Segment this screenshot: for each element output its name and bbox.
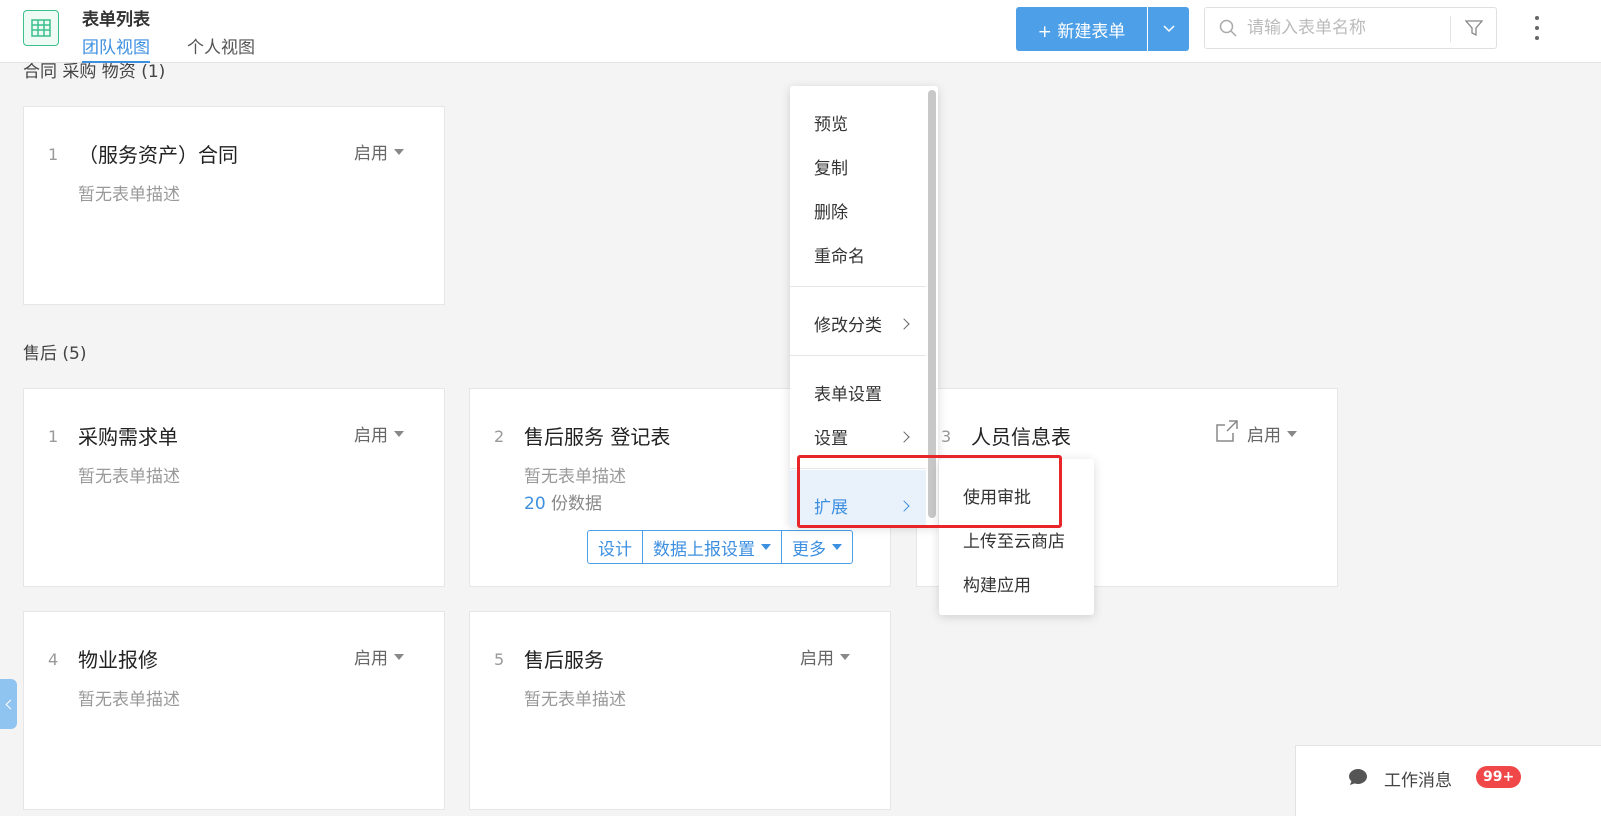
data-count[interactable]: 20 份数据	[524, 489, 602, 514]
menu-item-label: 删除	[814, 203, 848, 223]
chevron-down-icon	[1162, 25, 1175, 33]
menu-item-delete[interactable]: 删除	[814, 198, 914, 223]
status-dropdown[interactable]: 启用	[354, 644, 404, 669]
design-label: 设计	[598, 539, 632, 560]
caret-down-icon	[832, 544, 842, 550]
caret-down-icon	[1287, 430, 1297, 437]
caret-down-icon	[394, 430, 404, 437]
page-title: 表单列表	[82, 10, 150, 30]
card-title: 售后服务	[524, 648, 604, 672]
share-icon[interactable]	[1215, 419, 1239, 443]
status-label: 启用	[800, 649, 834, 669]
filter-icon[interactable]	[1465, 19, 1483, 37]
more-label: 更多	[792, 539, 826, 560]
menu-item-label: 预览	[814, 115, 848, 135]
tab-personal-view[interactable]: 个人视图	[187, 33, 255, 63]
status-label: 启用	[354, 649, 388, 669]
search-box	[1204, 7, 1497, 49]
card-action-bar: 设计 数据上报设置 更多	[587, 530, 853, 564]
card-number: 4	[48, 650, 59, 669]
search-icon	[1219, 19, 1237, 37]
menu-item-label: 修改分类	[814, 316, 882, 336]
card-description: 暂无表单描述	[524, 467, 626, 487]
new-form-dropdown-button[interactable]	[1148, 7, 1189, 51]
menu-divider	[790, 355, 926, 356]
data-count-suffix: 份数据	[545, 494, 603, 514]
card-title: 人员信息表	[971, 425, 1071, 449]
more-button[interactable]: 更多	[782, 531, 852, 563]
card-description: 暂无表单描述	[78, 467, 180, 487]
design-button[interactable]: 设计	[588, 531, 643, 563]
status-dropdown[interactable]: 启用	[354, 421, 404, 446]
form-card[interactable]: 4 物业报修 暂无表单描述 启用	[23, 611, 445, 810]
menu-item-label: 重命名	[814, 247, 865, 267]
card-title: （服务资产）合同	[78, 143, 238, 167]
card-number: 1	[48, 145, 59, 164]
card-title: 物业报修	[78, 648, 158, 672]
card-number: 3	[941, 427, 952, 446]
menu-item-label: 设置	[814, 429, 848, 449]
menu-item-settings[interactable]: 设置	[814, 424, 914, 449]
menu-scrollbar[interactable]	[928, 90, 936, 518]
chat-bubble-icon	[1349, 769, 1367, 785]
caret-down-icon	[394, 653, 404, 660]
search-input[interactable]	[1247, 14, 1447, 42]
card-description: 暂无表单描述	[78, 185, 180, 205]
chevron-right-icon	[898, 317, 910, 330]
sidebar-expand-tab[interactable]	[0, 679, 17, 729]
more-options-icon[interactable]	[1530, 14, 1544, 42]
status-label: 启用	[1247, 426, 1281, 446]
section-label-aftersale: 售后 (5)	[23, 344, 87, 364]
menu-item-label: 复制	[814, 159, 848, 179]
chevron-right-icon	[898, 430, 910, 443]
chevron-left-icon	[5, 699, 15, 709]
top-header: 表单列表 团队视图 个人视图 + 新建表单	[0, 0, 1601, 63]
data-count-number: 20	[524, 494, 546, 514]
card-number: 1	[48, 427, 59, 446]
status-dropdown[interactable]: 启用	[800, 644, 850, 669]
table-icon	[23, 10, 59, 46]
card-number: 2	[494, 427, 505, 446]
menu-item-label: 表单设置	[814, 385, 882, 405]
card-title: 售后服务 登记表	[524, 425, 671, 449]
submenu-item-build-app[interactable]: 构建应用	[963, 571, 1031, 596]
menu-item-copy[interactable]: 复制	[814, 154, 914, 179]
new-form-button[interactable]: + 新建表单	[1016, 7, 1147, 51]
card-number: 5	[494, 650, 505, 669]
search-divider	[1450, 16, 1451, 42]
tab-team-view[interactable]: 团队视图	[82, 33, 150, 63]
submenu-item-upload-cloud-store[interactable]: 上传至云商店	[963, 527, 1065, 552]
highlight-annotation-box	[797, 455, 1062, 528]
work-message-panel[interactable]: 工作消息 99+	[1295, 745, 1601, 816]
menu-item-preview[interactable]: 预览	[814, 110, 914, 135]
status-dropdown[interactable]: 启用	[1247, 421, 1297, 446]
caret-down-icon	[840, 653, 850, 660]
menu-item-change-category[interactable]: 修改分类	[814, 311, 914, 336]
caret-down-icon	[394, 148, 404, 155]
report-settings-button[interactable]: 数据上报设置	[643, 531, 782, 563]
status-dropdown[interactable]: 启用	[354, 139, 404, 164]
notification-badge: 99+	[1476, 766, 1522, 788]
status-label: 启用	[354, 144, 388, 164]
status-label: 启用	[354, 426, 388, 446]
card-description: 暂无表单描述	[524, 690, 626, 710]
card-description: 暂无表单描述	[78, 690, 180, 710]
card-title: 采购需求单	[78, 425, 178, 449]
form-card[interactable]: 1 采购需求单 暂无表单描述 启用	[23, 388, 445, 587]
menu-item-form-settings[interactable]: 表单设置	[814, 380, 914, 405]
form-card[interactable]: 5 售后服务 暂无表单描述 启用	[469, 611, 891, 810]
menu-divider	[790, 286, 926, 287]
form-card[interactable]: 1 （服务资产）合同 暂无表单描述 启用	[23, 106, 445, 305]
report-settings-label: 数据上报设置	[653, 539, 755, 560]
caret-down-icon	[761, 544, 771, 550]
work-message-label: 工作消息	[1384, 771, 1452, 791]
menu-item-rename[interactable]: 重命名	[814, 242, 914, 267]
